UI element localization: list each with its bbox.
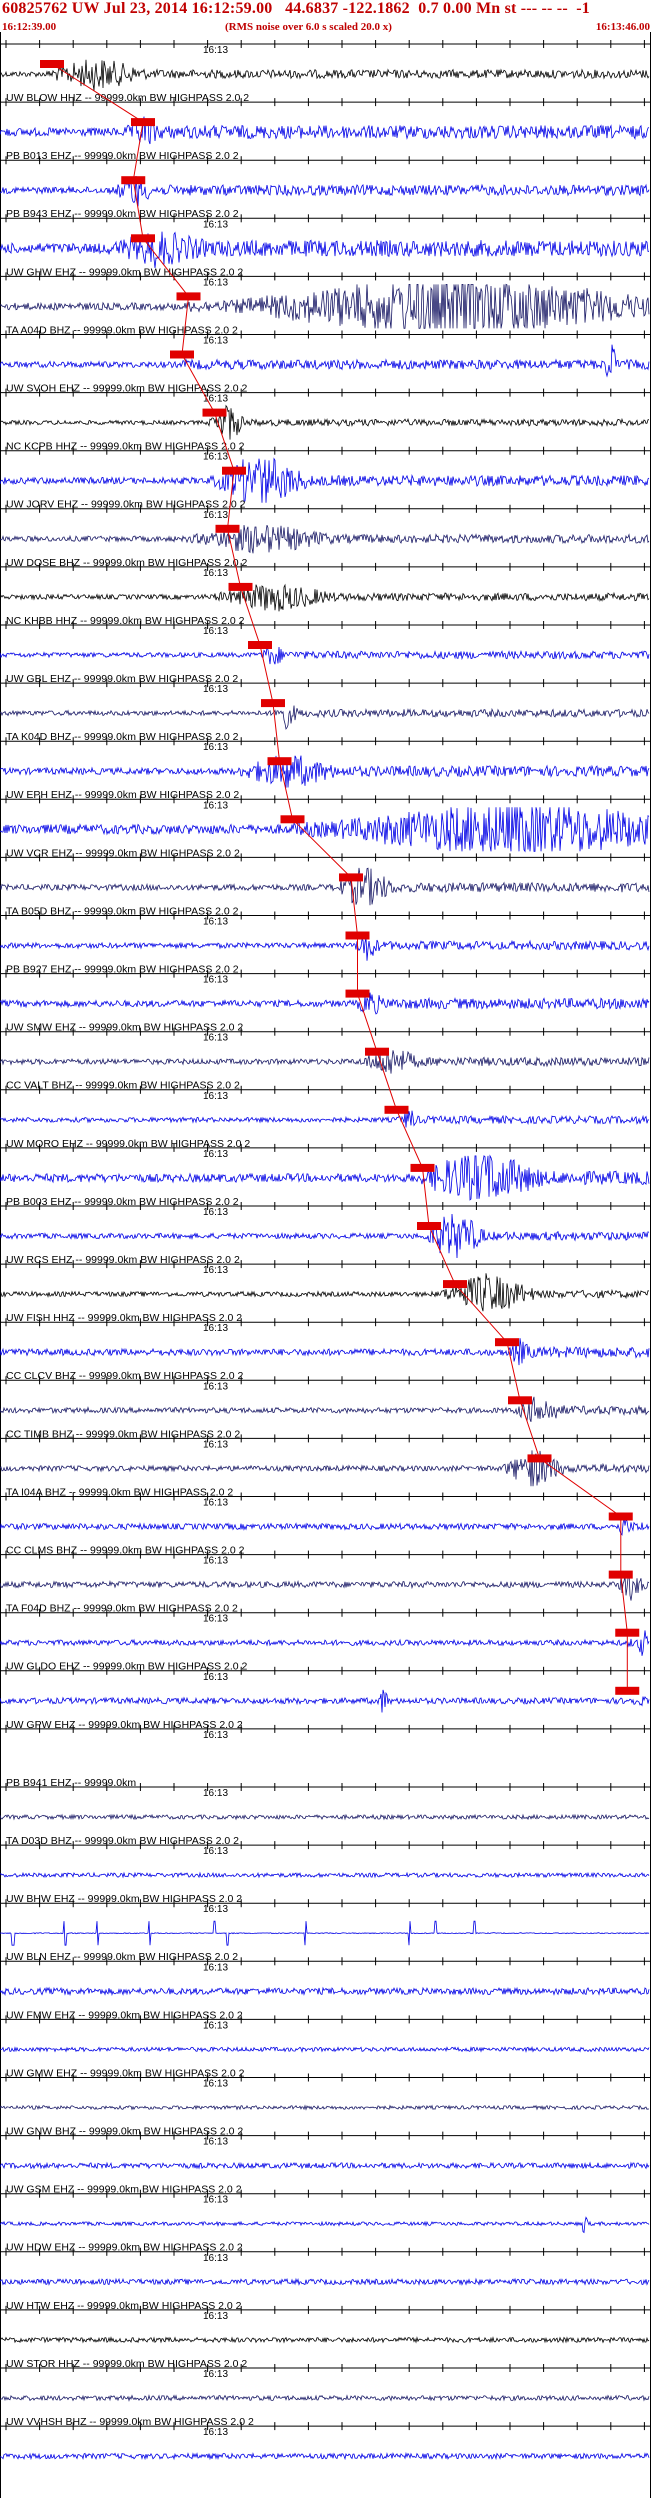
waveform <box>0 524 650 554</box>
waveform <box>0 2451 650 2461</box>
waveform <box>0 867 650 906</box>
event-title: 60825762 UW Jul 23, 2014 16:12:59.00 44.… <box>2 0 590 17</box>
time-tick-label: 16:13 <box>203 452 228 463</box>
time-tick-label: 16:13 <box>203 2079 228 2090</box>
waveform <box>0 59 650 91</box>
waveform <box>0 807 650 853</box>
time-tick-label: 16:13 <box>203 1846 228 1857</box>
time-tick-label: 16:13 <box>203 1091 228 1102</box>
time-tick-label: 16:13 <box>203 742 228 753</box>
time-tick-label: 16:13 <box>203 2253 228 2264</box>
time-tick-label: 16:13 <box>203 800 228 811</box>
time-tick-label: 16:13 <box>203 1323 228 1334</box>
time-tick-label: 16:13 <box>203 45 228 56</box>
time-tick-label: 16:13 <box>203 1672 228 1683</box>
waveform <box>0 1110 650 1128</box>
time-tick-label: 16:13 <box>203 1788 228 1799</box>
waveform <box>0 2045 650 2053</box>
waveform <box>0 2104 650 2111</box>
time-tick-label: 16:13 <box>203 1207 228 1218</box>
time-tick-label: 16:13 <box>203 2427 228 2438</box>
time-tick-label: 16:13 <box>203 1614 228 1625</box>
time-tick-label: 16:13 <box>203 684 228 695</box>
time-tick-label: 16:13 <box>203 336 228 347</box>
waveform <box>0 116 650 145</box>
waveform <box>0 283 650 329</box>
time-tick-label: 16:13 <box>203 2311 228 2322</box>
waveform <box>0 583 650 612</box>
waveform <box>0 457 650 503</box>
waveform <box>0 1213 650 1259</box>
seismogram-panel: 16:13UW BLOW HHZ -- 99999.0km BW HIGHPAS… <box>0 32 651 2498</box>
waveform <box>0 2394 650 2402</box>
time-tick-label: 16:13 <box>203 1962 228 1973</box>
waveform <box>0 705 650 730</box>
time-tick-label: 16:13 <box>203 277 228 288</box>
time-tick-label: 16:13 <box>203 1498 228 1509</box>
time-tick-label: 16:13 <box>203 510 228 521</box>
time-tick-label: 16:13 <box>203 917 228 928</box>
time-tick-label: 16:13 <box>203 2137 228 2148</box>
time-tick-label: 16:13 <box>203 1149 228 1160</box>
waveform <box>0 1338 650 1366</box>
waveform <box>0 2336 650 2344</box>
time-tick-label: 16:13 <box>203 1439 228 1450</box>
time-tick-label: 16:13 <box>203 1730 228 1741</box>
waveform <box>0 1516 650 1536</box>
waveform <box>0 937 650 961</box>
waveform <box>0 646 650 665</box>
time-tick-label: 16:13 <box>203 1381 228 1392</box>
waveform <box>0 404 650 440</box>
waveform <box>0 1689 650 1713</box>
waveform <box>0 344 650 378</box>
waveform <box>0 755 650 788</box>
waveform <box>0 1050 650 1074</box>
waveform <box>0 1450 650 1487</box>
waveform <box>0 1986 650 1997</box>
waveform <box>0 1273 650 1312</box>
waveform <box>0 1396 650 1422</box>
time-tick-label: 16:13 <box>203 626 228 637</box>
time-tick-label: 16:13 <box>203 219 228 230</box>
time-tick-label: 16:13 <box>203 1033 228 1044</box>
time-tick-label: 16:13 <box>203 568 228 579</box>
time-tick-label: 16:13 <box>203 2369 228 2380</box>
waveform <box>0 2161 650 2170</box>
time-tick-label: 16:13 <box>203 2020 228 2031</box>
waveform <box>0 2277 650 2286</box>
waveform <box>0 1154 650 1201</box>
waveform <box>0 1630 650 1656</box>
time-tick-label: 16:13 <box>203 975 228 986</box>
waveform <box>0 992 650 1015</box>
time-tick-label: 16:13 <box>203 1556 228 1567</box>
waveform <box>0 231 650 269</box>
waveform <box>0 1920 650 1946</box>
waveform <box>0 1813 650 1821</box>
waveform <box>0 2216 650 2234</box>
waveform <box>0 175 650 207</box>
waveform <box>0 1572 650 1601</box>
time-tick-label: 16:13 <box>203 1904 228 1915</box>
waveform <box>0 1871 650 1879</box>
time-tick-label: 16:13 <box>203 2195 228 2206</box>
time-tick-label: 16:13 <box>203 1265 228 1276</box>
